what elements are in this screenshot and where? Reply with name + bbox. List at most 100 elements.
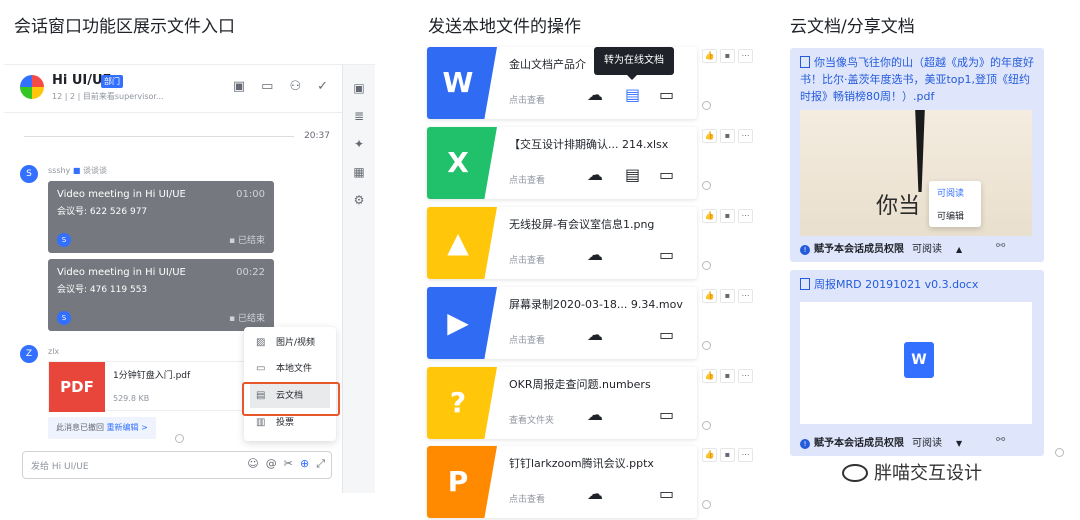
- select-radio[interactable]: [702, 101, 711, 110]
- video-icon: ▪: [229, 314, 236, 324]
- cloud-doc-card[interactable]: 你当像鸟飞往你的山（超越《成为》的年度好书！比尔·盖茨年度选书，美亚top1,登…: [790, 48, 1044, 262]
- cloud-doc-card[interactable]: 周报MRD 20191021 v0.3.docx W ! 赋予本会话成员权限 可阅读…: [790, 270, 1044, 456]
- select-radio[interactable]: [702, 181, 711, 190]
- file-name: OKR周报走查问题.numbers: [509, 378, 651, 391]
- caret-up-icon[interactable]: ▲: [956, 245, 962, 254]
- pin-icon[interactable]: ✦: [352, 137, 366, 151]
- section-title-cloud: 云文档/分享文档: [790, 17, 915, 37]
- convert-doc-icon[interactable]: ▤: [625, 85, 640, 104]
- folder-icon[interactable]: ▭: [659, 85, 674, 104]
- gear-icon[interactable]: ⚙: [352, 193, 366, 207]
- re-edit-link[interactable]: 重新编辑 >: [107, 423, 148, 432]
- expand-icon[interactable]: ⤢: [316, 457, 325, 471]
- link-icon[interactable]: ⚯: [996, 239, 1005, 252]
- file-card[interactable]: X 【交互设计排期确认... 214.xlsx 点击查看 ☁ ▤ ▭: [427, 127, 697, 199]
- doc-preview[interactable]: W: [800, 302, 1032, 424]
- file-type-icon: ▶: [427, 287, 497, 359]
- thumb-up-icon[interactable]: 👍: [702, 369, 717, 383]
- file-card[interactable]: ? OKR周报走查问题.numbers 查看文件夹 ☁ ▭: [427, 367, 697, 439]
- file-card[interactable]: ▶ 屏幕录制2020-03-18... 9.34.mov 点击查看 ☁ ▭: [427, 287, 697, 359]
- cloud-download-icon[interactable]: ☁: [587, 405, 603, 424]
- cloud-download-icon[interactable]: ☁: [587, 245, 603, 264]
- option-read[interactable]: 可阅读: [929, 184, 981, 204]
- search-list-icon[interactable]: ≣: [352, 109, 366, 123]
- thumb-up-icon[interactable]: 👍: [702, 448, 717, 462]
- select-radio[interactable]: [702, 421, 711, 430]
- menu-item-local-file[interactable]: ▭ 本地文件: [250, 357, 330, 381]
- more-icon[interactable]: ⋯: [738, 369, 753, 383]
- folder-icon[interactable]: ▭: [659, 325, 674, 344]
- more-icon[interactable]: ⋯: [738, 289, 753, 303]
- cloud-download-icon[interactable]: ☁: [587, 165, 603, 184]
- file-card[interactable]: P 钉钉larkzoom腾讯会议.pptx 点击查看 ☁ ▭: [427, 446, 697, 518]
- doc-title[interactable]: 你当像鸟飞往你的山（超越《成为》的年度好书！比尔·盖茨年度选书，美亚top1,登…: [800, 54, 1036, 105]
- thumb-up-icon[interactable]: 👍: [702, 289, 717, 303]
- grid-icon[interactable]: ▦: [352, 165, 366, 179]
- mention-icon[interactable]: @: [266, 457, 277, 471]
- scissors-icon[interactable]: ✂: [284, 457, 293, 471]
- briefcase-icon[interactable]: ▣: [352, 81, 366, 95]
- check-icon[interactable]: ✓: [317, 79, 328, 94]
- folder-icon[interactable]: ▭: [659, 245, 674, 264]
- cloud-download-icon[interactable]: ☁: [587, 484, 603, 503]
- more-icon[interactable]: ⋯: [738, 129, 753, 143]
- more-icon[interactable]: ⋯: [738, 209, 753, 223]
- group-avatar[interactable]: [20, 75, 44, 99]
- reply-icon[interactable]: ▪: [720, 129, 735, 143]
- doc-preview[interactable]: 你当: [800, 110, 1032, 236]
- message-input[interactable]: 发给 Hi UI/UE ☺ @ ✂ ⊕ ⤢: [22, 451, 332, 479]
- avatar: S: [57, 233, 71, 247]
- file-action-link[interactable]: 点击查看: [509, 93, 545, 106]
- file-action-link[interactable]: 查看文件夹: [509, 413, 554, 426]
- add-member-icon[interactable]: ⚇: [289, 79, 301, 94]
- file-action-link[interactable]: 点击查看: [509, 173, 545, 186]
- meeting-card[interactable]: Video meeting in Hi UI/UE 01:00 会议号: 622…: [48, 181, 274, 253]
- reply-icon[interactable]: ▪: [720, 49, 735, 63]
- plus-icon[interactable]: ⊕: [300, 457, 309, 471]
- file-card[interactable]: ▲ 无线投屏-有会议室信息1.png 点击查看 ☁ ▭: [427, 207, 697, 279]
- reply-icon[interactable]: ▪: [720, 448, 735, 462]
- message-actions: 👍 ▪ ⋯: [702, 209, 753, 223]
- select-radio[interactable]: [702, 261, 711, 270]
- convert-doc-icon[interactable]: ▤: [625, 165, 640, 184]
- meeting-card[interactable]: Video meeting in Hi UI/UE 00:22 会议号: 476…: [48, 259, 274, 331]
- reply-icon[interactable]: ▪: [720, 289, 735, 303]
- emoji-icon[interactable]: ☺: [247, 457, 258, 471]
- thumb-up-icon[interactable]: 👍: [702, 129, 717, 143]
- thumb-up-icon[interactable]: 👍: [702, 49, 717, 63]
- select-radio[interactable]: [1055, 448, 1064, 457]
- select-radio[interactable]: [702, 500, 711, 509]
- more-icon[interactable]: ⋯: [738, 448, 753, 462]
- avatar[interactable]: S: [20, 165, 38, 183]
- highlight-frame: [242, 382, 340, 416]
- option-edit[interactable]: 可编辑: [929, 207, 981, 227]
- pdf-message[interactable]: PDF 1分钟钉盘入门.pdf 529.8 KB: [48, 361, 253, 412]
- folder-icon[interactable]: ▭: [659, 165, 674, 184]
- permission-select[interactable]: 可阅读: [912, 438, 942, 449]
- avatar[interactable]: Z: [20, 345, 38, 363]
- video-call-icon[interactable]: ▭: [261, 79, 273, 94]
- file-action-link[interactable]: 点击查看: [509, 333, 545, 346]
- reply-icon[interactable]: ▪: [720, 369, 735, 383]
- wechat-icon: [842, 464, 868, 482]
- file-action-link[interactable]: 点击查看: [509, 492, 545, 505]
- more-icon[interactable]: ⋯: [738, 49, 753, 63]
- folder-icon[interactable]: ▭: [659, 405, 674, 424]
- meeting-status: ▪ 已结束: [229, 314, 265, 324]
- folder-icon[interactable]: ▭: [659, 484, 674, 503]
- doc-icon: [800, 278, 810, 290]
- permission-select[interactable]: 可阅读: [912, 244, 942, 255]
- select-radio[interactable]: [702, 341, 711, 350]
- file-action-link[interactable]: 点击查看: [509, 253, 545, 266]
- menu-item-image-video[interactable]: ▨ 图片/视频: [250, 331, 330, 355]
- doc-title[interactable]: 周报MRD 20191021 v0.3.docx: [800, 276, 1036, 293]
- file-type-icon: P: [427, 446, 497, 518]
- reply-icon[interactable]: ▪: [720, 209, 735, 223]
- id-card-icon[interactable]: ▣: [233, 79, 245, 94]
- select-radio[interactable]: [175, 434, 184, 443]
- cloud-download-icon[interactable]: ☁: [587, 325, 603, 344]
- link-icon[interactable]: ⚯: [996, 433, 1005, 446]
- cloud-download-icon[interactable]: ☁: [587, 85, 603, 104]
- caret-down-icon[interactable]: ▼: [956, 439, 962, 448]
- thumb-up-icon[interactable]: 👍: [702, 209, 717, 223]
